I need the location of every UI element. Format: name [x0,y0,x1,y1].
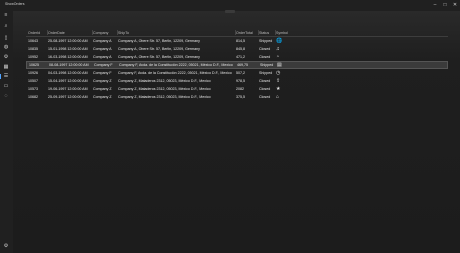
cell-orderid: 10573 [28,87,38,91]
cell-company: Company Z [93,79,112,83]
cell-orderid: 10643 [28,39,38,43]
active-indicator [0,74,1,79]
drag-handle[interactable] [225,10,235,13]
app-title: ShowOrders [5,2,25,6]
cell-ordertotal: 507,2 [236,71,245,75]
cell-orderdate: 16-03-1998 12:00:00 AM [48,55,88,59]
cell-orderdate: 04-03-1998 12:00:00 AM [48,71,88,75]
column-header-shipto[interactable]: ShipTo [118,29,236,36]
table-row[interactable]: 10682 25-09-1997 12:00:00 AM Company Z C… [26,93,448,101]
cell-company: Company A [93,39,112,43]
cell-orderid: 10507 [28,79,38,83]
table-row[interactable]: 10835 15-01-1998 12:00:00 AM Company A C… [26,45,448,53]
cell-orderdate: 25-09-1997 12:00:00 AM [48,95,88,99]
cell-company: Company F [94,63,113,67]
cell-shipto: Company Z, Mataderos 2312, 05023, México… [118,79,211,83]
cell-status: Shipped [259,39,273,43]
cell-shipto: Company A, Obere Str. 57, Berlin, 12209,… [118,47,200,51]
help-icon[interactable]: ◌ [3,93,9,99]
cell-orderdate: 25-08-1997 12:00:00 AM [48,39,88,43]
settings-gear-icon[interactable]: ⚙ [3,243,9,249]
grid-header: OrderId OrderDate Company ShipTo OrderTo… [26,29,448,37]
cell-company: Company Z [93,95,112,99]
search-icon[interactable]: ⌕ [3,23,9,29]
table-row[interactable]: 10573 19-06-1997 12:00:00 AM Company Z C… [26,85,448,93]
title-bar: ShowOrders – □ ✕ [0,0,460,10]
table-row[interactable]: 10926 04-03-1998 12:00:00 AM Company F C… [26,69,448,77]
home-icon: ⌂ [276,94,280,100]
cell-orderid: 10926 [28,71,38,75]
window-controls: – □ ✕ [430,0,460,10]
cell-shipto: Company A, Obere Str. 57, Berlin, 12209,… [118,55,200,59]
cell-company: Company F [93,71,112,75]
cell-status: Shipped [259,71,273,75]
close-button[interactable]: ✕ [450,0,460,10]
navigation-sidebar: ≡ ⌕ ▯ ◍ ⚙ ▦ ☰ ▭ ◌ ⚙ [0,10,12,253]
table-row-selected[interactable]: 10625 08-08-1997 12:00:00 AM Company F C… [26,61,448,69]
cell-status: Shipped [260,63,274,67]
table-row[interactable]: 10507 15-04-1997 12:00:00 AM Company Z C… [26,77,448,85]
music-note-icon: ♫ [276,46,280,52]
cell-company: Company A [93,47,112,51]
cell-company: Company Z [93,87,112,91]
cell-ordertotal: 978,5 [236,79,245,83]
cell-orderdate: 15-04-1997 12:00:00 AM [48,79,88,83]
document-icon[interactable]: ▯ [3,35,9,41]
cell-status: Closed [259,95,271,99]
cell-shipto: Company F, Avda. de la Constitución 2222… [118,71,232,75]
upload-icon: ⇪ [276,78,281,84]
cell-orderdate: 08-08-1997 12:00:00 AM [49,63,89,67]
cell-ordertotal: 469,75 [237,63,248,67]
globe-icon: 🌐 [276,38,283,44]
minimize-button[interactable]: – [430,0,440,10]
cell-shipto: Company A, Obere Str. 57, Berlin, 12209,… [118,39,200,43]
clock-icon: ◷ [276,70,281,76]
maximize-button[interactable]: □ [440,0,450,10]
cell-status: Closed [259,55,271,59]
cell-orderid: 10682 [28,95,38,99]
cell-orderid: 10625 [29,63,39,67]
settings-cog-icon[interactable]: ⚙ [3,54,9,60]
folder-icon[interactable]: ▭ [3,83,9,89]
column-header-orderdate[interactable]: OrderDate [48,29,93,36]
column-header-company[interactable]: Company [93,29,118,36]
orders-grid: OrderId OrderDate Company ShipTo OrderTo… [26,29,448,101]
table-row[interactable]: 10952 16-03-1998 12:00:00 AM Company A C… [26,53,448,61]
column-header-symbol[interactable]: Symbol [276,29,291,36]
cell-orderdate: 19-06-1997 12:00:00 AM [48,87,88,91]
menu-icon[interactable]: ≡ [3,12,9,18]
list-icon[interactable]: ☰ [3,73,9,79]
column-header-orderid[interactable]: OrderId [28,29,48,36]
star-icon: ★ [276,86,281,92]
cell-ordertotal: 814,5 [236,39,245,43]
cell-ordertotal: 845,8 [236,47,245,51]
cell-status: Closed [259,47,271,51]
table-row[interactable]: 10643 25-08-1997 12:00:00 AM Company A C… [26,37,448,45]
table-icon[interactable]: ▦ [3,64,9,70]
cell-ordertotal: 375,5 [236,95,245,99]
cell-shipto: Company F, Avda. de la Constitución 2222… [119,63,233,67]
globe-icon[interactable]: ◍ [3,44,9,50]
cell-ordertotal: 2082 [236,87,244,91]
pie-chart-icon: ◔ [276,54,280,60]
cell-status: Closed [259,87,271,91]
calculator-icon: ▤ [277,62,282,68]
cell-orderid: 10952 [28,55,38,59]
cell-shipto: Company Z, Mataderos 2312, 05023, México… [118,87,211,91]
cell-shipto: Company Z, Mataderos 2312, 05023, México… [118,95,211,99]
cell-company: Company A [93,55,112,59]
cell-orderid: 10835 [28,47,38,51]
cell-ordertotal: 471,2 [236,55,245,59]
cell-status: Closed [259,79,271,83]
cell-orderdate: 15-01-1998 12:00:00 AM [48,47,88,51]
